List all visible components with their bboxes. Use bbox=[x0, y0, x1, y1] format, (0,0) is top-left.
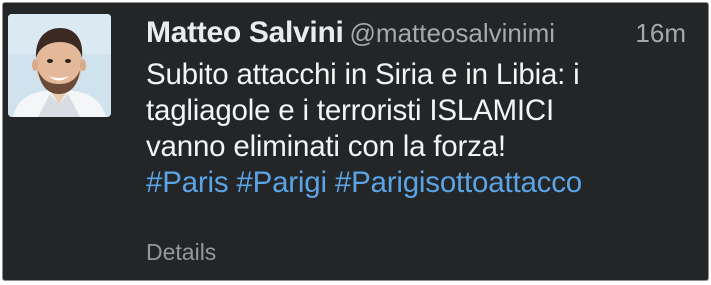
tweet-text-line: vanno eliminati con la forza! bbox=[146, 130, 506, 163]
hashtag-link[interactable]: #Parigi bbox=[236, 166, 327, 199]
hashtag-link[interactable]: #Paris bbox=[146, 166, 229, 199]
profile-photo-icon bbox=[8, 14, 111, 117]
author-display-name[interactable]: Matteo Salvini bbox=[146, 16, 344, 49]
hashtag-line: #Paris #Parigi #Parigisottoattacco bbox=[146, 165, 686, 201]
details-link[interactable]: Details bbox=[146, 239, 216, 266]
tweet-card[interactable]: Matteo Salvini @matteosalvinimi 16m Subit… bbox=[2, 2, 709, 281]
tweet-text-line: tagliagole e i terroristi ISLAMICI bbox=[146, 94, 555, 127]
tweet-timestamp[interactable]: 16m bbox=[635, 18, 686, 49]
tweet-text-line: Subito attacchi in Siria e in Libia: i bbox=[146, 58, 580, 91]
avatar[interactable] bbox=[8, 14, 111, 117]
tweet-text: Subito attacchi in Siria e in Libia: i t… bbox=[146, 57, 686, 201]
hashtag-link[interactable]: #Parigisottoattacco bbox=[335, 166, 582, 199]
author-handle[interactable]: @matteosalvinimi bbox=[350, 18, 556, 48]
tweet-header: Matteo Salvini @matteosalvinimi 16m bbox=[146, 16, 690, 56]
